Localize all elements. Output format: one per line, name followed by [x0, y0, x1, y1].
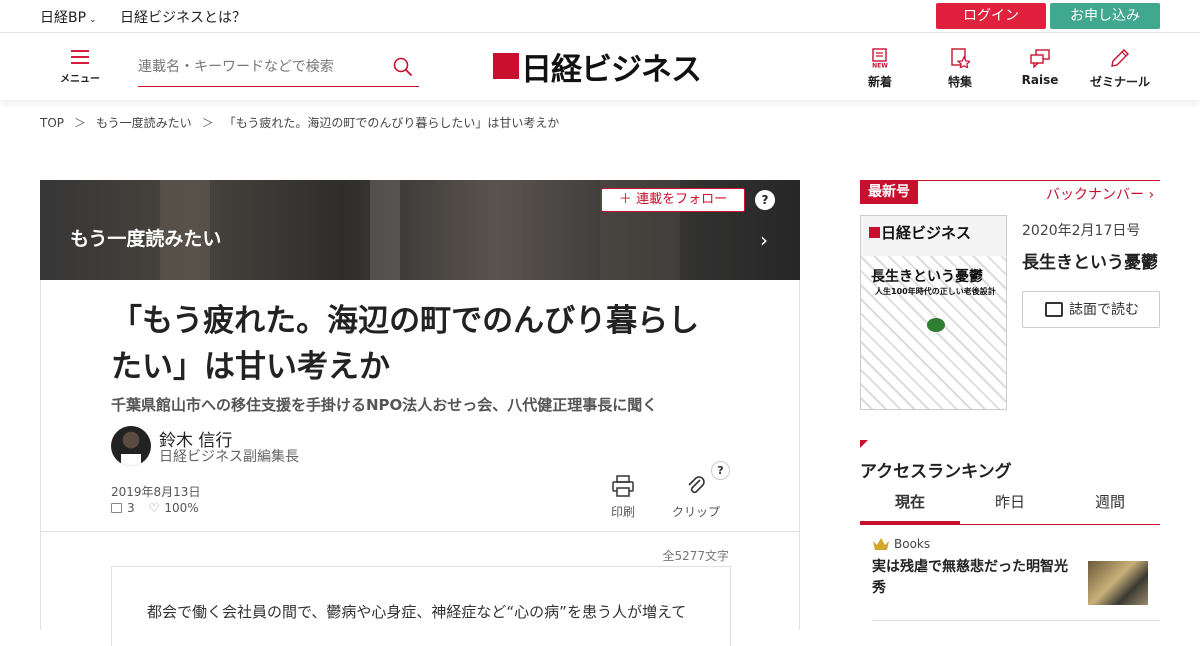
crown-icon	[873, 538, 889, 550]
search-input[interactable]	[138, 53, 378, 81]
breadcrumb-separator: ＞	[74, 116, 87, 130]
thumbs-up-icon: ♡	[148, 501, 160, 515]
search-icon[interactable]	[393, 57, 413, 77]
author-avatar[interactable]	[111, 426, 151, 466]
char-count: 全5277文字	[662, 549, 729, 563]
svg-text:NEW: NEW	[872, 63, 888, 69]
article-stats: 3 ♡ 100%	[111, 501, 199, 515]
tab-weekly[interactable]: 週間	[1060, 486, 1160, 524]
cover-subheadline: 人生100年時代の正しい老後設計	[875, 287, 996, 296]
pen-icon	[1111, 49, 1129, 67]
chat-icon	[1030, 49, 1050, 69]
article-body: 全5277文字 都会で働く会社員の間で、鬱病や心身症、神経症など“心の病”を患う…	[40, 532, 800, 646]
follow-series-button[interactable]: ＋ 連載をフォロー	[601, 188, 745, 212]
site-logo[interactable]: 日経ビジネス	[493, 46, 702, 88]
ranking-title-link[interactable]: 実は残虐で無慈悲だった明智光秀	[872, 557, 1077, 599]
menu-label: メニュー	[60, 74, 100, 85]
login-button[interactable]: ログイン	[936, 3, 1046, 29]
back-numbers-link[interactable]: バックナンバー ›	[1046, 184, 1154, 204]
ranking-title: アクセスランキング	[860, 462, 1012, 482]
breadcrumb-top[interactable]: TOP	[40, 116, 64, 130]
article-paragraph: 都会で働く会社員の間で、鬱病や心身症、神経症など“心の病”を患う人が増えて	[147, 603, 687, 621]
chevron-right-icon[interactable]: ›	[760, 228, 768, 252]
cover-headline: 長生きという憂鬱	[871, 269, 983, 285]
article-subtitle: 千葉県館山市への移住支援を手掛けるNPO法人おせっ会、八代健正理事長に聞く	[111, 396, 658, 414]
nav-new-label: 新着	[867, 75, 892, 89]
nav-feature[interactable]: 特集	[930, 48, 990, 90]
series-banner[interactable]: もう一度読みたい ＋ 連載をフォロー ? ›	[40, 180, 800, 280]
paperclip-icon	[688, 476, 705, 494]
help-icon[interactable]: ?	[755, 190, 775, 210]
nav-feature-label: 特集	[947, 75, 972, 89]
feature-star-icon	[951, 48, 972, 70]
like-ratio: 100%	[164, 501, 199, 515]
section-marker-icon	[860, 440, 868, 448]
turtle-illustration	[927, 318, 945, 332]
logo-text: 日経ビジネス	[521, 51, 702, 88]
book-icon	[1045, 302, 1063, 317]
nav-new[interactable]: NEW 新着	[850, 48, 910, 90]
breadcrumb-current: 「もう疲れた。海辺の町でのんびり暮らしたい」は甘い考えか	[223, 116, 560, 130]
top-utility-bar: 日経BP ⌄ 日経ビジネスとは？ ログイン お申し込み	[0, 0, 1200, 33]
nav-seminar[interactable]: ゼミナール	[1090, 48, 1150, 90]
ranking-thumbnail[interactable]	[1088, 561, 1148, 605]
series-title: もう一度読みたい	[70, 228, 222, 250]
publish-date: 2019年8月13日	[111, 485, 201, 499]
latest-issue-badge: 最新号	[860, 181, 918, 204]
read-magazine-label: 誌面で読む	[1069, 302, 1139, 318]
ranking-category: Books	[894, 537, 931, 551]
menu-button[interactable]: メニュー	[60, 47, 100, 87]
read-magazine-button[interactable]: 誌面で読む	[1022, 291, 1160, 328]
nikkei-bp-dropdown[interactable]: 日経BP ⌄	[40, 7, 97, 27]
article-text-box: 都会で働く会社員の間で、鬱病や心身症、神経症など“心の病”を患う人が増えて	[111, 566, 731, 646]
breadcrumb-series[interactable]: もう一度読みたい	[96, 116, 192, 130]
chevron-down-icon: ⌄	[89, 15, 97, 25]
print-label: 印刷	[611, 505, 636, 519]
search-box	[138, 53, 419, 87]
hamburger-icon	[71, 50, 89, 64]
cover-logo: 日経ビジネス	[869, 222, 971, 243]
nikkei-bp-label: 日経BP	[40, 10, 87, 26]
printer-icon	[612, 475, 634, 497]
ranking-item[interactable]: Books 実は残虐で無慈悲だった明智光秀	[872, 537, 1148, 605]
help-icon[interactable]: ?	[711, 461, 730, 480]
nav-raise-label: Raise	[1021, 73, 1059, 87]
breadcrumb: TOP ＞ もう一度読みたい ＞ 「もう疲れた。海辺の町でのんびり暮らしたい」は甘い考え…	[40, 114, 559, 131]
divider	[872, 620, 1160, 621]
plus-icon: ＋	[618, 192, 637, 207]
issue-date: 2020年2月17日号	[1022, 223, 1141, 239]
about-link[interactable]: 日経ビジネスとは？	[120, 7, 246, 27]
issue-title[interactable]: 長生きという憂鬱	[1022, 248, 1158, 273]
article-title: 「もう疲れた。海辺の町でのんびり暮らしたい」は甘い考えか	[111, 303, 700, 385]
magazine-cover[interactable]: 日経ビジネス 長生きという憂鬱 人生100年時代の正しい老後設計	[860, 215, 1007, 410]
comment-icon	[111, 503, 122, 513]
clip-label: クリップ	[672, 505, 721, 519]
print-button[interactable]: 印刷	[611, 474, 635, 520]
ranking-tabs: 現在 昨日 週間	[860, 486, 1160, 525]
article-header: 「もう疲れた。海辺の町でのんびり暮らしたい」は甘い考えか 千葉県館山市への移住支…	[40, 280, 800, 532]
breadcrumb-separator: ＞	[201, 116, 214, 130]
site-header: メニュー 日経ビジネス NEW 新着 特集 Raise	[0, 33, 1200, 100]
author-title: 日経ビジネス副編集長	[159, 449, 299, 465]
new-icon: NEW	[872, 48, 888, 70]
back-numbers-label: バックナンバー	[1046, 187, 1144, 203]
tab-now[interactable]: 現在	[860, 486, 960, 524]
follow-label: 連載をフォロー	[636, 192, 728, 207]
clip-button[interactable]: クリップ	[672, 474, 720, 520]
logo-mark-icon	[493, 53, 519, 79]
nav-raise[interactable]: Raise	[1010, 48, 1070, 87]
nav-seminar-label: ゼミナール	[1090, 75, 1151, 89]
comment-count[interactable]: 3	[127, 501, 135, 515]
tab-yesterday[interactable]: 昨日	[960, 486, 1060, 524]
chevron-right-icon: ›	[1148, 187, 1155, 203]
apply-button[interactable]: お申し込み	[1050, 3, 1160, 29]
